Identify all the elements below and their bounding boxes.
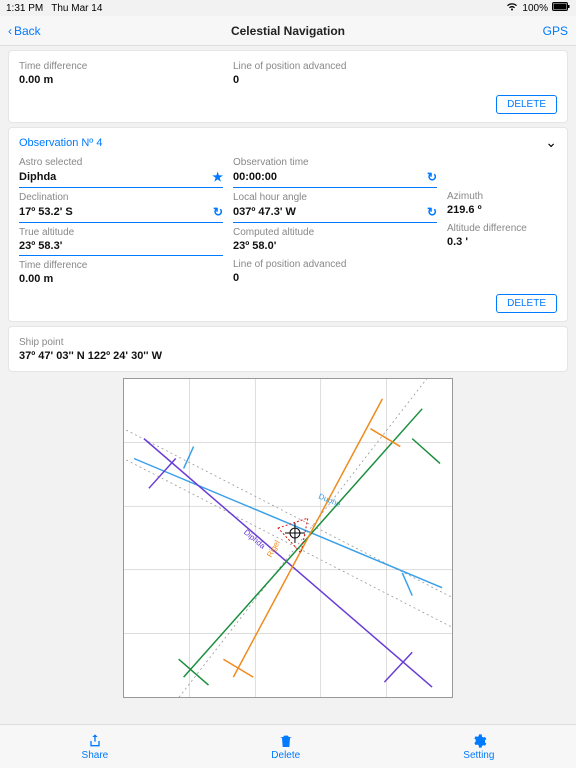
share-label: Share [82, 750, 109, 761]
time-diff-label: Time difference [19, 61, 223, 72]
time-diff-value: 0.00 m [19, 72, 223, 89]
star-icon[interactable]: ★ [212, 170, 223, 184]
compalt-label: Computed altitude [233, 227, 437, 238]
observation-card-prev: Time difference 0.00 m Line of position … [8, 50, 568, 123]
bottom-toolbar: Share Delete Setting [0, 724, 576, 768]
share-icon [87, 733, 103, 749]
page-title: Celestial Navigation [0, 24, 576, 38]
lop-value-2: 0 [233, 270, 437, 287]
obstime-field[interactable]: 00:00:00 ↻ [233, 168, 437, 188]
timed-label: Time difference [19, 260, 223, 271]
lha-value: 037º 47.3' W [233, 206, 296, 218]
battery-text: 100% [522, 3, 548, 14]
timed-value: 0.00 m [19, 271, 223, 288]
truealt-value: 23º 58.3' [19, 240, 62, 252]
astro-label: Astro selected [19, 157, 223, 168]
status-date: Thu Mar 14 [51, 3, 102, 14]
lop-chart[interactable]: Dubhe Diphda Rigel [123, 378, 453, 698]
share-button[interactable]: Share [82, 733, 109, 761]
delete-toolbar-label: Delete [271, 750, 300, 761]
lop-value: 0 [233, 72, 437, 89]
azimuth-value: 219.6 º [447, 202, 557, 219]
astro-value: Diphda [19, 171, 56, 183]
chart-label-diphda: Diphda [242, 528, 268, 551]
lha-label: Local hour angle [233, 192, 437, 203]
trash-icon [278, 733, 294, 749]
delete-toolbar-button[interactable]: Delete [271, 733, 300, 761]
altdiff-value: 0.3 ' [447, 234, 557, 251]
lop-label-2: Line of position advanced [233, 259, 437, 270]
delete-button[interactable]: DELETE [496, 294, 557, 313]
setting-label: Setting [463, 750, 494, 761]
azimuth-label: Azimuth [447, 191, 557, 202]
chevron-down-icon: ⌄ [545, 134, 557, 151]
astro-field[interactable]: Diphda ★ [19, 168, 223, 188]
nav-bar: ‹ Back Celestial Navigation GPS [0, 16, 576, 46]
truealt-label: True altitude [19, 227, 223, 238]
plot-area: Dubhe Diphda Rigel [0, 378, 576, 698]
decl-field[interactable]: 17º 53.2' S ↻ [19, 203, 223, 223]
decl-label: Declination [19, 192, 223, 203]
gear-icon [471, 733, 487, 749]
delete-button[interactable]: DELETE [496, 95, 557, 114]
setting-button[interactable]: Setting [463, 733, 494, 761]
status-time: 1:31 PM [6, 3, 43, 14]
refresh-icon[interactable]: ↻ [213, 205, 223, 219]
ship-value: 37º 47' 03'' N 122º 24' 30'' W [19, 348, 557, 365]
altdiff-label: Altitude difference [447, 223, 557, 234]
obstime-label: Observation time [233, 157, 437, 168]
refresh-icon[interactable]: ↻ [427, 170, 437, 184]
ship-label: Ship point [19, 337, 557, 348]
lop-label: Line of position advanced [233, 61, 437, 72]
compalt-value: 23º 58.0' [233, 238, 437, 255]
lha-field[interactable]: 037º 47.3' W ↻ [233, 203, 437, 223]
battery-icon [552, 2, 570, 14]
wifi-icon [506, 2, 518, 14]
obstime-value: 00:00:00 [233, 171, 277, 183]
status-bar: 1:31 PM Thu Mar 14 100% [0, 0, 576, 16]
observation-title: Observation Nº 4 [19, 137, 103, 149]
truealt-field[interactable]: 23º 58.3' [19, 238, 223, 256]
refresh-icon[interactable]: ↻ [427, 205, 437, 219]
decl-value: 17º 53.2' S [19, 206, 73, 218]
ship-point-card: Ship point 37º 47' 03'' N 122º 24' 30'' … [8, 326, 568, 372]
observation-header[interactable]: Observation Nº 4 ⌄ [19, 134, 557, 151]
observation-card-4: Observation Nº 4 ⌄ Astro selected Diphda… [8, 127, 568, 322]
